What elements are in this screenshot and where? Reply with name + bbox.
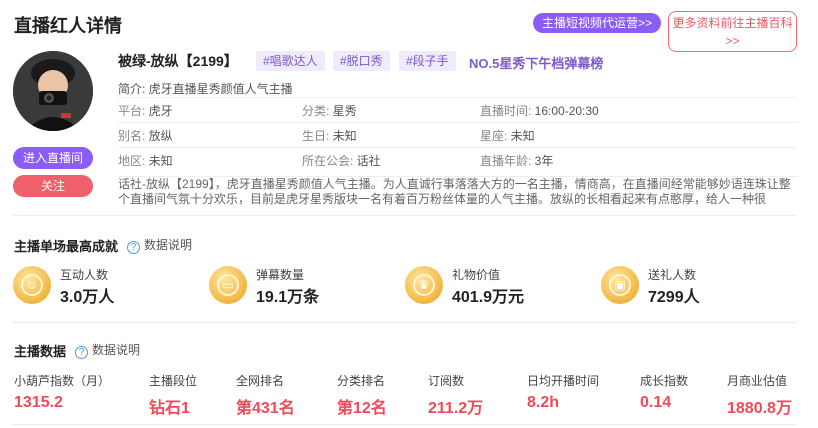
metrics-section-title: 主播数据 xyxy=(14,344,67,359)
info-category: 分类: 星秀 xyxy=(302,104,357,118)
stat-value: 401.9万元 xyxy=(452,289,525,306)
wiki-button-label: 更多资料前往主播百科 xyxy=(672,16,793,30)
info-guild: 所在公会: 话社 xyxy=(302,154,381,168)
info-constellation: 星座: 未知 xyxy=(480,129,535,143)
info-region: 地区: 未知 xyxy=(118,154,173,168)
metric-label: 小葫芦指数（月） xyxy=(14,374,111,388)
page-title: 直播红人详情 xyxy=(14,16,122,36)
best-help-link[interactable]: ? 数据说明 xyxy=(127,236,192,254)
question-icon: ? xyxy=(75,346,88,359)
stat-label: 送礼人数 xyxy=(648,268,697,282)
metric-daily-hours: 日均开播时间 8.2h xyxy=(527,372,599,412)
divider xyxy=(13,424,797,425)
metric-tier: 主播段位 钻石1 xyxy=(149,372,197,418)
metric-growth-index: 成长指数 0.14 xyxy=(640,372,688,412)
intro-text: 简介: 虎牙直播星秀颜值人气主播 xyxy=(118,82,293,96)
metric-value: 第431名 xyxy=(236,400,295,417)
info-alias: 别名: 放纵 xyxy=(118,129,173,143)
info-grid: 平台: 虎牙 分类: 星秀 直播时间: 16:00-20:30 别名: 放纵 生… xyxy=(118,97,797,172)
question-icon: ? xyxy=(127,241,140,254)
metric-label: 主播段位 xyxy=(149,374,198,388)
enter-live-room-button[interactable]: 进入直播间 xyxy=(13,147,93,169)
tag-joker[interactable]: #段子手 xyxy=(399,51,456,71)
stat-gift-senders: ▣ 送礼人数 7299人 xyxy=(601,266,751,310)
streamer-name: 被绿-放纵【2199】 xyxy=(118,53,238,69)
tag-talkshow[interactable]: #脱口秀 xyxy=(333,51,390,71)
metric-value: 8.2h xyxy=(527,394,560,411)
metric-hulu-index: 小葫芦指数（月） 1315.2 xyxy=(14,372,110,412)
metric-value: 0.14 xyxy=(640,394,672,411)
wiki-button-arrow: >> xyxy=(725,34,740,48)
info-row: 平台: 虎牙 分类: 星秀 直播时间: 16:00-20:30 xyxy=(118,97,797,122)
metric-value: 钻石1 xyxy=(149,400,190,417)
metric-value: 1880.8万 xyxy=(727,400,792,417)
metric-label: 订阅数 xyxy=(428,374,465,388)
chat-icon: ▭ xyxy=(209,266,247,304)
metric-global-rank: 全网排名 第431名 xyxy=(236,372,295,418)
short-video-ops-button[interactable]: 主播短视频代运营>> xyxy=(533,13,661,33)
info-row: 别名: 放纵 生日: 未知 星座: 未知 xyxy=(118,122,797,147)
metric-label: 日均开播时间 xyxy=(527,374,600,388)
avatar xyxy=(13,51,93,131)
metric-value: 211.2万 xyxy=(428,400,484,417)
metric-category-rank: 分类排名 第12名 xyxy=(337,372,387,418)
info-platform: 平台: 虎牙 xyxy=(118,104,173,118)
stat-value: 7299人 xyxy=(648,289,700,306)
divider xyxy=(13,322,797,323)
stat-value: 3.0万人 xyxy=(60,289,115,306)
stat-label: 礼物价值 xyxy=(452,268,501,282)
rank-badge[interactable]: NO.5星秀下午档弹幕榜 xyxy=(469,53,603,72)
info-row: 地区: 未知 所在公会: 话社 直播年龄: 3年 xyxy=(118,147,797,172)
stat-value: 19.1万条 xyxy=(256,289,320,306)
metric-value: 1315.2 xyxy=(14,394,63,411)
metrics-help-link[interactable]: ? 数据说明 xyxy=(75,341,140,359)
best-section-title: 主播单场最高成就 xyxy=(14,239,119,254)
metric-commercial-value: 月商业估值 1880.8万 xyxy=(727,372,792,418)
metric-label: 全网排名 xyxy=(236,374,285,388)
info-live-age: 直播年龄: 3年 xyxy=(480,154,554,168)
metric-label: 成长指数 xyxy=(640,374,689,388)
gift-icon: ▣ xyxy=(601,266,639,304)
info-live-time: 直播时间: 16:00-20:30 xyxy=(480,104,599,118)
metric-label: 月商业估值 xyxy=(727,374,788,388)
stat-label: 互动人数 xyxy=(60,268,109,282)
metric-value: 第12名 xyxy=(337,400,387,417)
metric-label: 分类排名 xyxy=(337,374,386,388)
follow-button[interactable]: 关注 xyxy=(13,175,93,197)
stat-danmaku: ▭ 弹幕数量 19.1万条 xyxy=(209,266,359,310)
info-birthday: 生日: 未知 xyxy=(302,129,357,143)
bio-text: 话社-放纵【2199】，虎牙直播星秀颜值人气主播。为人直诚行事落落大方的一名主播… xyxy=(118,176,798,206)
stat-gift-value: ♛ 礼物价值 401.9万元 xyxy=(405,266,555,310)
divider xyxy=(13,215,797,216)
tag-singing[interactable]: #唱歌达人 xyxy=(256,51,325,71)
stat-interactions: ☺ 互动人数 3.0万人 xyxy=(13,266,163,310)
people-icon: ☺ xyxy=(13,266,51,304)
metric-subscribers: 订阅数 211.2万 xyxy=(428,372,483,418)
crown-icon: ♛ xyxy=(405,266,443,304)
stat-label: 弹幕数量 xyxy=(256,268,305,282)
wiki-button[interactable]: 更多资料前往主播百科 >> xyxy=(668,11,797,52)
